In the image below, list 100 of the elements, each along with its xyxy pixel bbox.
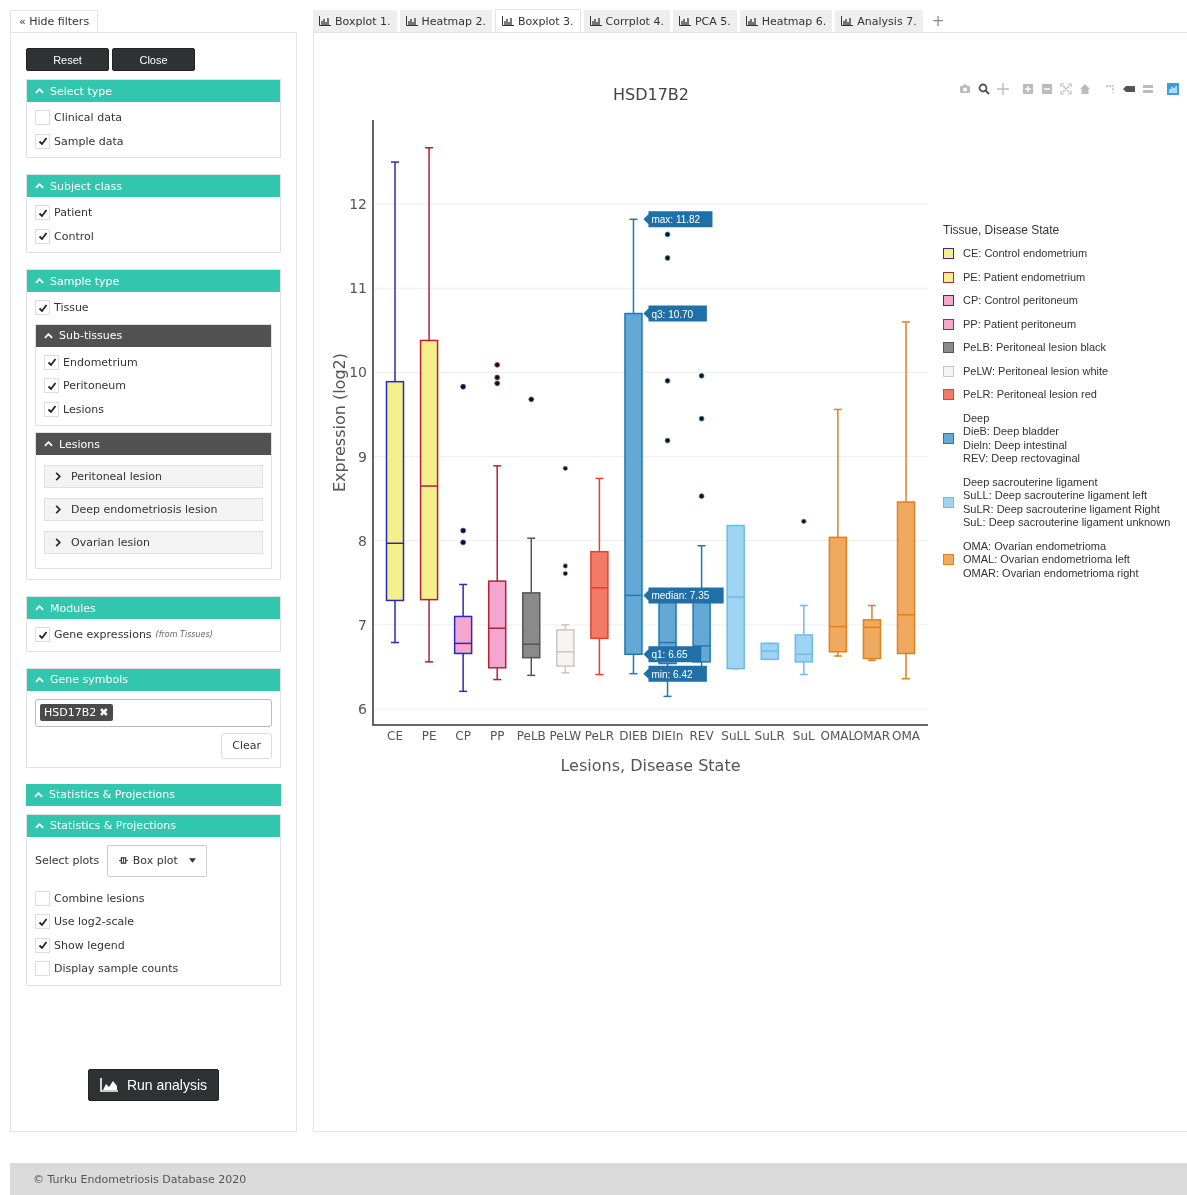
- collapsible-label: Peritoneal lesion: [71, 470, 162, 483]
- checkbox[interactable]: [35, 914, 50, 930]
- bar-chart-icon: [589, 16, 602, 26]
- plot-tab[interactable]: Boxplot 1.: [313, 10, 397, 32]
- checkbox-label: Control: [54, 229, 94, 243]
- section-title: Statistics & Projections: [50, 819, 176, 832]
- legend-label: Deep sacrouterine ligament: [963, 475, 1099, 489]
- legend-label: PeLW: Peritoneal lesion white: [963, 364, 1109, 378]
- x-tick-label: PP: [489, 729, 505, 743]
- hover-label: max: 11.82: [643, 211, 713, 228]
- checkbox[interactable]: [35, 627, 50, 643]
- clear-button[interactable]: Clear: [221, 732, 272, 759]
- x-tick-label: PE: [421, 729, 437, 743]
- outlier-point: [698, 493, 705, 499]
- x-tick-label: DIEB: [619, 729, 648, 743]
- checkbox[interactable]: [35, 228, 50, 244]
- checkbox-label: Tissue: [54, 301, 89, 315]
- checkbox[interactable]: [35, 133, 50, 149]
- run-analysis-button[interactable]: Run analysis: [88, 1069, 219, 1101]
- section-title: Subject class: [50, 179, 122, 193]
- add-tab-button[interactable]: +: [925, 12, 951, 30]
- plot-tab[interactable]: Analysis 7.: [835, 10, 923, 32]
- y-tick-label: 11: [349, 280, 367, 297]
- outlier-point: [460, 527, 466, 534]
- outlier-point: [562, 465, 569, 472]
- legend-label: CE: Control endometrium: [963, 247, 1088, 261]
- subsection-title: Lesions: [59, 437, 100, 451]
- plot-tab[interactable]: PCA 5.: [672, 10, 737, 32]
- outlier-point: [460, 383, 466, 390]
- outlier-point: [698, 373, 705, 379]
- checkbox[interactable]: [35, 205, 50, 221]
- bar-chart-icon: [319, 16, 331, 26]
- hover-label: median: 7.35: [643, 587, 724, 604]
- legend-label: OMAR: Ovarian endometrioma right: [963, 566, 1139, 580]
- boxplot-icon: [118, 857, 128, 864]
- legend-label: SuLR: Deep sacrouterine ligament Right: [963, 502, 1161, 516]
- checkbox[interactable]: [35, 300, 50, 316]
- bar-chart-icon: [841, 16, 854, 26]
- select-label: Select plots: [35, 854, 100, 867]
- x-tick-label: PeLR: [584, 729, 614, 743]
- outlier-point: [664, 255, 671, 261]
- legend-label: PP: Patient peritoneum: [963, 317, 1077, 331]
- checkbox-label: Show legend: [54, 938, 125, 952]
- checkbox[interactable]: [44, 378, 59, 394]
- collapsible-item[interactable]: Ovarian lesion: [44, 531, 263, 554]
- checkbox[interactable]: [44, 354, 59, 370]
- section-title: Statistics & Projections: [49, 788, 175, 801]
- subsection-header[interactable]: Lesions: [36, 433, 271, 455]
- y-tick-label: 6: [358, 701, 367, 717]
- section-title: Select type: [50, 84, 112, 98]
- y-tick-label: 9: [358, 448, 367, 465]
- checkbox-label: Use log2-scale: [54, 915, 135, 929]
- section-title: Gene symbols: [50, 673, 128, 686]
- legend-label: PE: Patient endometrium: [963, 270, 1086, 284]
- checkbox[interactable]: [35, 937, 50, 953]
- filter-button[interactable]: Reset: [26, 48, 109, 71]
- plot-tab[interactable]: Heatmap 6.: [739, 10, 833, 32]
- outlier-point: [664, 378, 671, 384]
- legend-label: OMAL: Ovarian endometrioma left: [963, 553, 1131, 567]
- plot-tab[interactable]: Corrplot 4.: [583, 10, 670, 32]
- checkbox[interactable]: [44, 401, 59, 417]
- x-tick-label: CE: [387, 729, 403, 743]
- y-axis-title: Expression (log2): [330, 353, 349, 492]
- caret-icon: [188, 858, 196, 863]
- box-plot: [862, 604, 882, 661]
- checkbox-label: Display sample counts: [54, 962, 179, 976]
- plot-tab[interactable]: Boxplot 3.: [495, 9, 581, 32]
- tag-icon[interactable]: [1123, 83, 1135, 95]
- box-plot: [760, 642, 779, 661]
- annotation: q1: 6.65: [651, 649, 689, 661]
- zoom-icon[interactable]: [978, 83, 990, 95]
- gene-input-field[interactable]: HSD17B2 ✖: [35, 698, 272, 727]
- remove-icon[interactable]: ✖: [99, 706, 109, 719]
- outlier-point: [801, 518, 807, 525]
- hide-filters-tab[interactable]: « Hide filters: [10, 10, 99, 32]
- checkbox[interactable]: [35, 961, 50, 977]
- checkbox[interactable]: [35, 110, 50, 126]
- checkbox[interactable]: [35, 890, 50, 906]
- checkbox-label: Sample data: [54, 134, 124, 148]
- bar-chart-icon: [678, 16, 691, 26]
- annotation: median: 7.35: [651, 590, 710, 602]
- x-tick-label: PeLW: [549, 729, 582, 743]
- legend-label: PeLB: Peritoneal lesion black: [963, 341, 1107, 355]
- x-tick-label: PeLB: [516, 729, 546, 743]
- x-tick-label: OMAL: [820, 729, 856, 743]
- plot-select[interactable]: Box plot: [107, 844, 208, 877]
- checkbox-label: Endometrium: [63, 355, 138, 369]
- filter-button[interactable]: Close: [112, 48, 195, 71]
- y-tick-label: 12: [349, 196, 367, 213]
- subsection-header[interactable]: Sub-tissues: [36, 324, 271, 347]
- annotation: q3: 10.70: [651, 308, 694, 320]
- x-tick-label: OMA: [892, 729, 920, 743]
- collapsible-item[interactable]: Peritoneal lesion: [44, 465, 263, 488]
- note-text: (from Tissues): [155, 630, 213, 640]
- outlier-point: [698, 415, 705, 422]
- chart-title: HSD17B2: [613, 85, 689, 104]
- x-tick-label: REV: [689, 729, 714, 743]
- x-axis-title: Lesions, Disease State: [560, 756, 741, 775]
- plot-tab[interactable]: Heatmap 2.: [399, 10, 493, 32]
- collapsible-item[interactable]: Deep endometriosis lesion: [44, 498, 263, 521]
